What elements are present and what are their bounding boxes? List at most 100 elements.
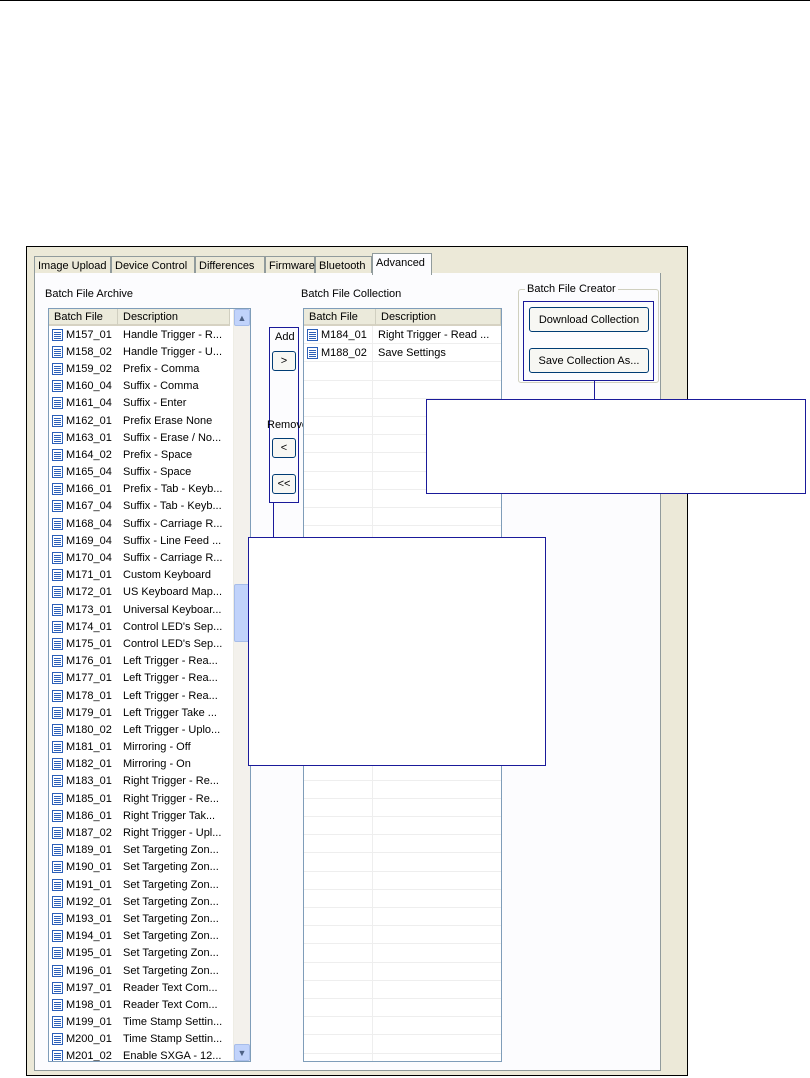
batch-file-name: M180_02 xyxy=(66,723,112,736)
list-item[interactable]: M200_01 Time Stamp Settin... xyxy=(49,1031,234,1048)
batch-file-description: Left Trigger Take ... xyxy=(123,706,217,719)
list-item[interactable]: M179_01 Left Trigger Take ... xyxy=(49,704,234,721)
tab-device-control[interactable]: Device Control xyxy=(111,256,195,274)
empty-grid-row xyxy=(304,817,501,836)
list-item[interactable]: M171_01 Custom Keyboard xyxy=(49,567,234,584)
scroll-down-arrow-icon[interactable]: ▼ xyxy=(234,1044,250,1061)
list-item[interactable]: M191_01 Set Targeting Zon... xyxy=(49,876,234,893)
list-item[interactable]: M158_02 Handle Trigger - U... xyxy=(49,343,234,360)
tab-differences[interactable]: Differences xyxy=(195,256,265,274)
empty-grid-cell xyxy=(304,471,373,489)
creator-title: Batch File Creator xyxy=(525,283,618,295)
batch-file-name: M189_01 xyxy=(66,844,112,857)
batch-file-description: Right Trigger - Re... xyxy=(123,792,219,805)
list-item[interactable]: M161_04 Suffix - Enter xyxy=(49,395,234,412)
remove-all-button[interactable]: << xyxy=(272,474,296,494)
batch-file-cell: M187_02 xyxy=(49,827,118,840)
list-item[interactable]: M198_01 Reader Text Com... xyxy=(49,996,234,1013)
batch-file-cell: M189_01 xyxy=(49,844,118,857)
tab-firmware[interactable]: Firmware xyxy=(265,256,315,274)
list-item[interactable]: M162_01 Prefix Erase None xyxy=(49,412,234,429)
list-item[interactable]: M169_04 Suffix - Line Feed ... xyxy=(49,532,234,549)
list-item[interactable]: M182_01 Mirroring - On xyxy=(49,756,234,773)
list-item[interactable]: M177_01 Left Trigger - Rea... xyxy=(49,670,234,687)
list-item[interactable]: M166_01 Prefix - Tab - Keyb... xyxy=(49,481,234,498)
collection-col-batch-file[interactable]: Batch File xyxy=(304,309,376,326)
collection-col-description[interactable]: Description xyxy=(376,309,501,326)
add-button[interactable]: > xyxy=(272,351,296,371)
list-item[interactable]: M172_01 US Keyboard Map... xyxy=(49,584,234,601)
empty-grid-cell xyxy=(304,853,373,871)
archive-col-batch-file[interactable]: Batch File xyxy=(49,309,118,326)
batch-file-icon xyxy=(52,792,63,805)
list-item[interactable]: M178_01 Left Trigger - Rea... xyxy=(49,687,234,704)
scroll-up-arrow-icon[interactable]: ▲ xyxy=(234,309,250,326)
batch-file-cell: M188_02 xyxy=(304,344,373,362)
transfer-callout-box xyxy=(248,537,546,766)
list-item[interactable]: M160_04 Suffix - Comma xyxy=(49,378,234,395)
list-item[interactable]: M173_01 Universal Keyboar... xyxy=(49,601,234,618)
list-item[interactable]: M192_01 Set Targeting Zon... xyxy=(49,893,234,910)
tab-bluetooth[interactable]: Bluetooth xyxy=(315,256,372,274)
tab-advanced[interactable]: Advanced xyxy=(372,253,432,275)
batch-file-icon xyxy=(52,569,63,582)
list-item[interactable]: M175_01 Control LED's Sep... xyxy=(49,635,234,652)
list-item[interactable]: M201_02 Enable SXGA - 12... xyxy=(49,1048,234,1061)
list-item[interactable]: M168_04 Suffix - Carriage R... xyxy=(49,515,234,532)
list-item[interactable]: M187_02 Right Trigger - Upl... xyxy=(49,824,234,841)
empty-grid-row xyxy=(304,853,501,872)
empty-grid-row xyxy=(304,1035,501,1054)
list-item[interactable]: M194_01 Set Targeting Zon... xyxy=(49,928,234,945)
empty-grid-cell xyxy=(304,798,373,817)
list-item[interactable]: M174_01 Control LED's Sep... xyxy=(49,618,234,635)
archive-list[interactable]: Batch File Description M157_01 Handle Tri… xyxy=(48,308,251,1062)
list-item[interactable]: M185_01 Right Trigger - Re... xyxy=(49,790,234,807)
list-item[interactable]: M189_01 Set Targeting Zon... xyxy=(49,842,234,859)
list-item[interactable]: M186_01 Right Trigger Tak... xyxy=(49,807,234,824)
batch-file-icon xyxy=(52,895,63,908)
batch-file-icon xyxy=(307,328,318,341)
list-item[interactable]: M197_01 Reader Text Com... xyxy=(49,979,234,996)
batch-file-icon xyxy=(52,1050,63,1061)
list-item[interactable]: M199_01 Time Stamp Settin... xyxy=(49,1014,234,1031)
list-item[interactable]: M157_01 Handle Trigger - R... xyxy=(49,326,234,343)
batch-file-cell: M157_01 xyxy=(49,328,118,341)
batch-file-icon xyxy=(52,758,63,771)
list-item[interactable]: M170_04 Suffix - Carriage R... xyxy=(49,549,234,566)
list-item[interactable]: M196_01 Set Targeting Zon... xyxy=(49,962,234,979)
archive-title: Batch File Archive xyxy=(45,288,134,300)
list-item[interactable]: M195_01 Set Targeting Zon... xyxy=(49,945,234,962)
list-item[interactable]: M183_01 Right Trigger - Re... xyxy=(49,773,234,790)
list-item[interactable]: M165_04 Suffix - Space xyxy=(49,464,234,481)
empty-grid-cell xyxy=(304,817,373,835)
list-item[interactable]: M188_02 Save Settings xyxy=(304,344,501,363)
batch-file-description: Set Targeting Zon... xyxy=(123,947,219,960)
list-item[interactable]: M181_01 Mirroring - Off xyxy=(49,739,234,756)
batch-file-name: M181_01 xyxy=(66,741,112,754)
list-item[interactable]: M163_01 Suffix - Erase / No... xyxy=(49,429,234,446)
list-item[interactable]: M159_02 Prefix - Comma xyxy=(49,360,234,377)
list-item[interactable]: M190_01 Set Targeting Zon... xyxy=(49,859,234,876)
batch-file-description: Suffix - Enter xyxy=(123,397,187,410)
batch-file-name: M182_01 xyxy=(66,758,112,771)
tab-image-upload[interactable]: Image Upload xyxy=(34,256,111,274)
remove-button[interactable]: < xyxy=(272,438,296,458)
batch-file-description: Right Trigger Tak... xyxy=(123,809,216,822)
list-item[interactable]: M193_01 Set Targeting Zon... xyxy=(49,910,234,927)
batch-file-cell: M160_04 xyxy=(49,380,118,393)
list-item[interactable]: M180_02 Left Trigger - Uplo... xyxy=(49,721,234,738)
batch-file-name: M166_01 xyxy=(66,483,112,496)
empty-grid-cell xyxy=(304,980,373,998)
batch-file-description: Set Targeting Zon... xyxy=(123,895,219,908)
download-collection-button[interactable]: Download Collection xyxy=(529,307,649,332)
list-item[interactable]: M164_02 Prefix - Space xyxy=(49,446,234,463)
list-item[interactable]: M184_01 Right Trigger - Read ... xyxy=(304,326,501,345)
list-item[interactable]: M167_04 Suffix - Tab - Keyb... xyxy=(49,498,234,515)
empty-grid-cell xyxy=(304,835,373,853)
empty-grid-row xyxy=(304,980,501,999)
batch-file-cell: M198_01 xyxy=(49,998,118,1011)
save-collection-as-button[interactable]: Save Collection As... xyxy=(529,348,649,373)
archive-col-description[interactable]: Description xyxy=(118,309,230,326)
empty-grid-row xyxy=(304,871,501,890)
list-item[interactable]: M176_01 Left Trigger - Rea... xyxy=(49,653,234,670)
